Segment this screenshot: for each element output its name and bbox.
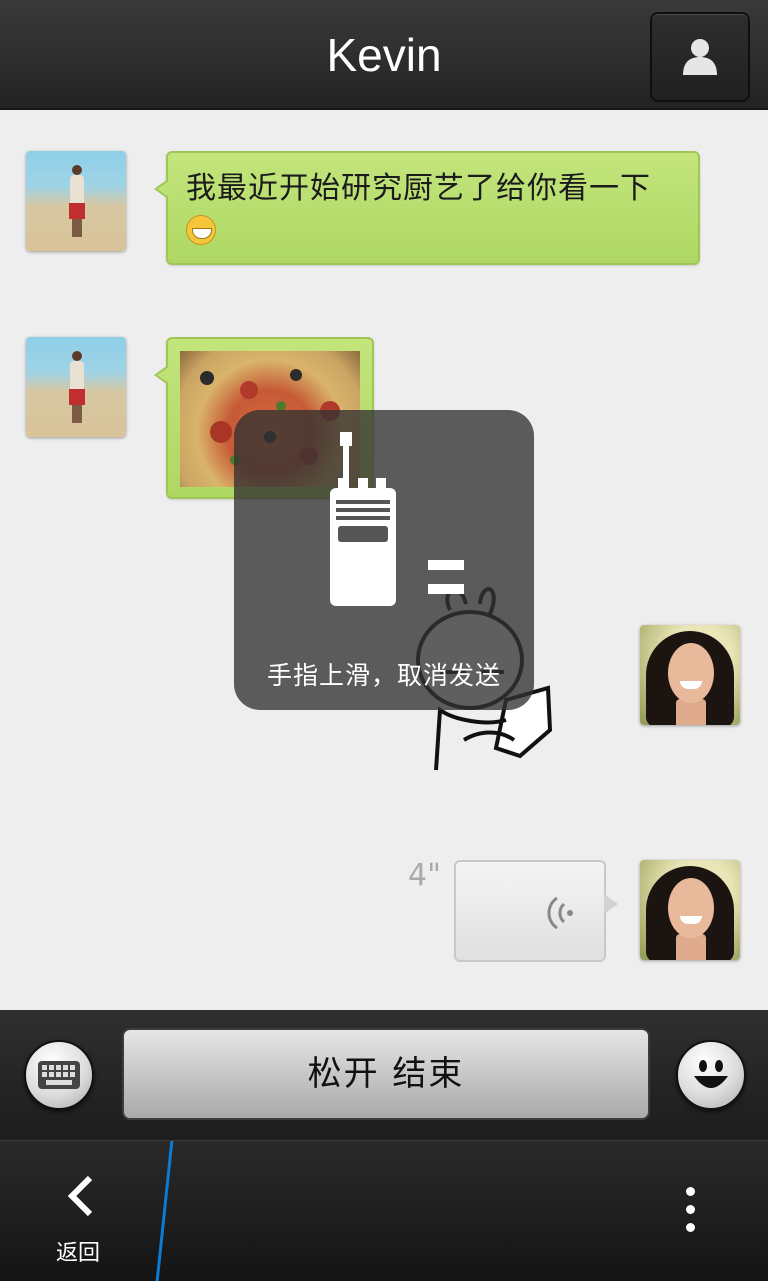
emoji-button[interactable] xyxy=(676,1040,746,1110)
person-icon xyxy=(683,39,717,75)
cancel-hint: 手指上滑，取消发送 xyxy=(266,661,501,690)
avatar-kevin[interactable] xyxy=(26,151,126,251)
message-bubble-text[interactable]: 我最近开始研究厨艺了给你看一下 xyxy=(154,151,700,265)
recording-overlay: 手指上滑，取消发送 xyxy=(234,410,534,710)
chevron-left-icon xyxy=(67,1175,93,1217)
keyboard-toggle-button[interactable] xyxy=(24,1040,94,1110)
input-bar: 松开 结束 xyxy=(0,1010,768,1140)
avatar-me[interactable] xyxy=(640,625,740,725)
keyboard-icon xyxy=(38,1061,80,1089)
message-text: 我最近开始研究厨艺了给你看一下 xyxy=(186,171,651,206)
walkie-talkie-icon xyxy=(330,432,464,606)
back-button[interactable]: 返回 xyxy=(0,1141,162,1281)
title-bar: Kevin xyxy=(0,0,768,110)
bottom-nav: 返回 xyxy=(0,1140,768,1281)
voice-wave-icon xyxy=(547,896,573,930)
grin-emoji xyxy=(186,214,216,245)
more-vertical-icon[interactable] xyxy=(672,1181,712,1241)
back-label: 返回 xyxy=(55,1241,100,1266)
voice-duration: 4" xyxy=(408,858,441,893)
avatar-me[interactable] xyxy=(640,860,740,960)
contact-info-button[interactable] xyxy=(650,12,750,102)
avatar-kevin[interactable] xyxy=(26,337,126,437)
voice-message-bubble[interactable] xyxy=(454,860,618,962)
hold-to-talk-button[interactable]: 松开 结束 xyxy=(122,1028,650,1120)
smiley-icon xyxy=(694,1060,728,1088)
